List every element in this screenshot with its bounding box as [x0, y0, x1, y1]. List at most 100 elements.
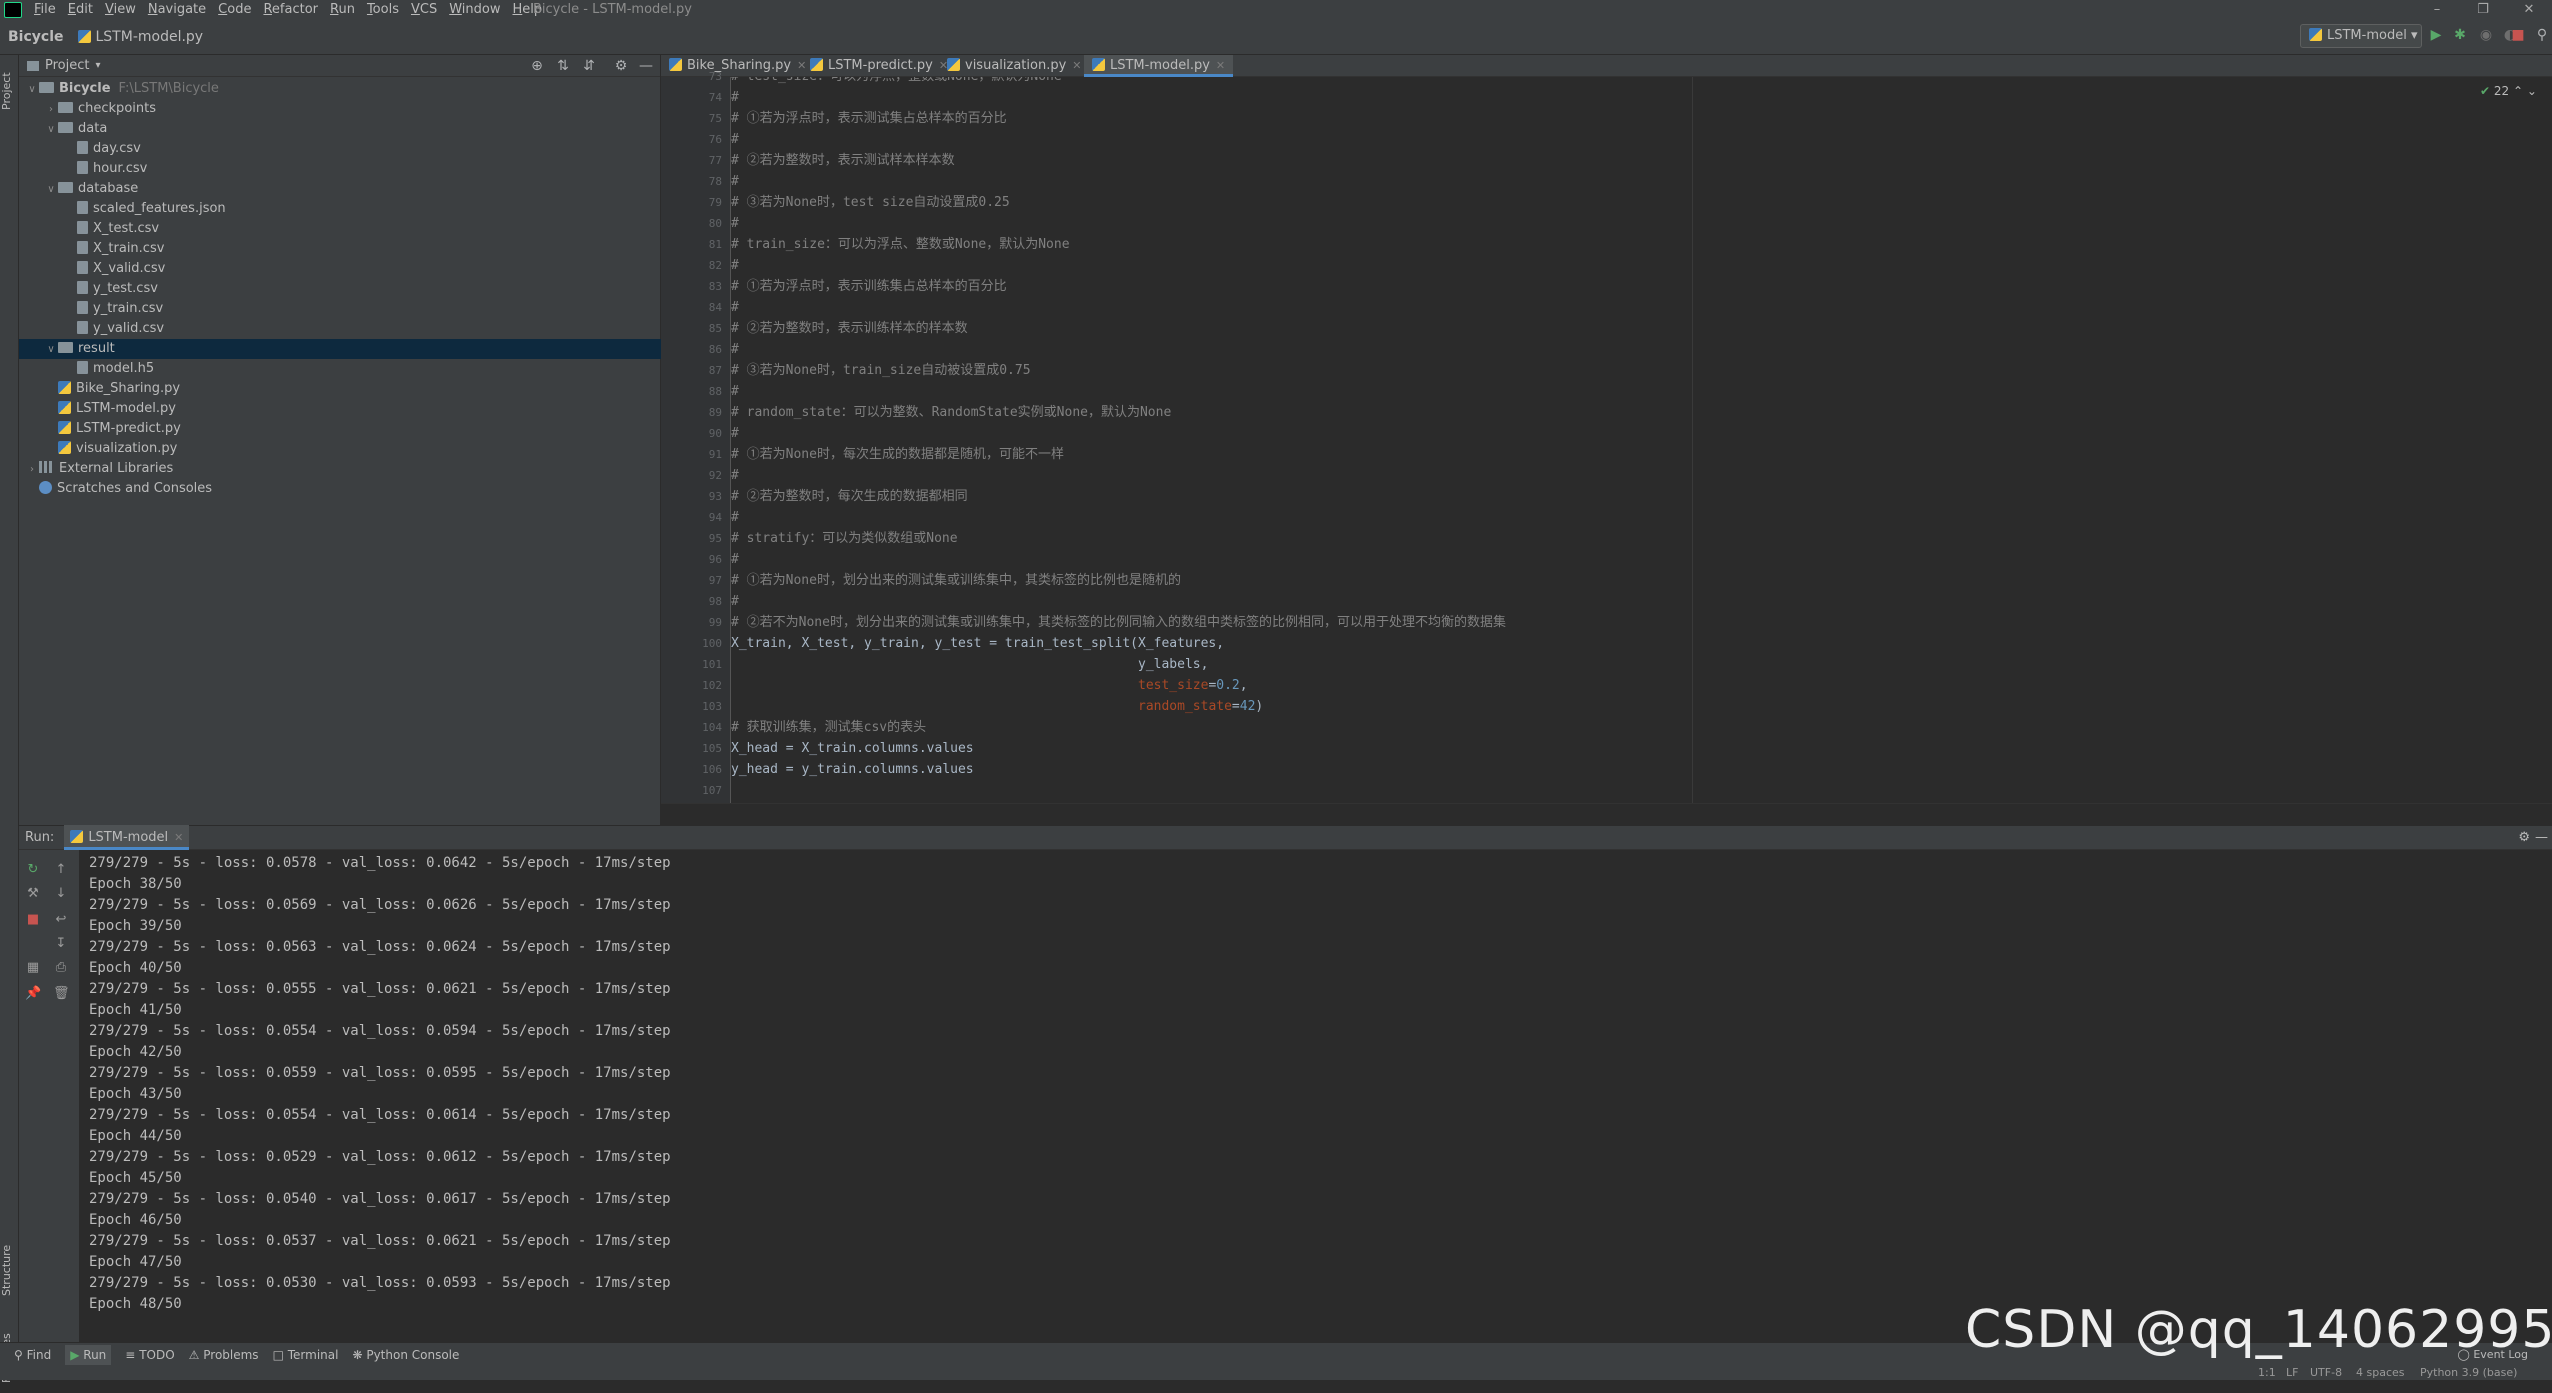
- debug-icon[interactable]: ✱: [2452, 27, 2468, 43]
- code-editor[interactable]: # test_size：可以为浮点，整数或None，默认为None # # ①若为浮…: [731, 77, 2552, 803]
- chevron-down-icon[interactable]: ∨: [25, 80, 39, 100]
- python-console-tool-button[interactable]: ❋ Python Console: [352, 1348, 459, 1362]
- code-line[interactable]: # ①若为浮点时，表示训练集占总样本的百分比: [731, 276, 1007, 297]
- code-line[interactable]: #: [731, 507, 739, 528]
- tree-item-visualization-py[interactable]: visualization.py: [19, 439, 661, 459]
- tree-item-result[interactable]: ∨ result: [19, 339, 661, 359]
- menu-vcs[interactable]: VCS: [405, 0, 443, 19]
- code-line[interactable]: X_head = X_train.columns.values: [731, 738, 974, 759]
- wrench-icon[interactable]: ⚒: [25, 886, 41, 902]
- code-line[interactable]: # test_size：可以为浮点，整数或None，默认为None: [731, 77, 1062, 87]
- locate-icon[interactable]: ⊕: [529, 58, 545, 74]
- code-line[interactable]: #: [731, 213, 739, 234]
- tree-item-bicycle[interactable]: ∨ Bicycle F:\LSTM\Bicycle: [19, 79, 661, 99]
- code-line[interactable]: #: [731, 549, 739, 570]
- chevron-down-icon[interactable]: ∨: [44, 340, 58, 360]
- code-line[interactable]: #: [731, 423, 739, 444]
- structure-tool-tab[interactable]: Structure: [0, 1235, 19, 1305]
- caret-position[interactable]: 1:1: [2258, 1366, 2276, 1380]
- tree-item-lstm-model-py[interactable]: LSTM-model.py: [19, 399, 661, 419]
- code-line[interactable]: y_head = y_train.columns.values: [731, 759, 974, 780]
- soft-wrap-icon[interactable]: ↩: [53, 912, 69, 928]
- run-config-selector[interactable]: LSTM-model ▾: [2300, 24, 2422, 48]
- code-line[interactable]: #: [731, 171, 739, 192]
- print-icon[interactable]: ⎙: [53, 960, 69, 976]
- stop-icon[interactable]: ■: [2510, 27, 2526, 43]
- todo-tool-button[interactable]: ≡ TODO: [125, 1348, 174, 1362]
- code-line[interactable]: y_labels,: [731, 654, 1208, 675]
- menu-edit[interactable]: Edit: [62, 0, 99, 19]
- menu-file[interactable]: File: [28, 0, 62, 19]
- code-line[interactable]: # ①若为None时，划分出来的测试集或训练集中，其类标签的比例也是随机的: [731, 570, 1181, 591]
- code-line[interactable]: #: [731, 465, 739, 486]
- stop-icon[interactable]: ■: [25, 912, 41, 928]
- tree-item-external-libraries[interactable]: › External Libraries: [19, 459, 661, 479]
- tab-lstm-model[interactable]: LSTM-model.py ✕: [1084, 55, 1234, 77]
- tree-item-model-h5[interactable]: model.h5: [19, 359, 661, 379]
- tree-item-data[interactable]: ∨ data: [19, 119, 661, 139]
- minimize-icon[interactable]: –: [2414, 0, 2460, 19]
- arrow-down-icon[interactable]: ↓: [53, 886, 69, 902]
- code-line[interactable]: #: [731, 339, 739, 360]
- tree-item-lstm-predict-py[interactable]: LSTM-predict.py: [19, 419, 661, 439]
- tree-item-x-train-csv[interactable]: X_train.csv: [19, 239, 661, 259]
- tree-item-x-test-csv[interactable]: X_test.csv: [19, 219, 661, 239]
- chevron-down-icon[interactable]: ∨: [44, 180, 58, 200]
- close-tab-icon[interactable]: ✕: [1216, 59, 1225, 72]
- tree-item-database[interactable]: ∨ database: [19, 179, 661, 199]
- code-line[interactable]: #: [731, 381, 739, 402]
- tree-item-day-csv[interactable]: day.csv: [19, 139, 661, 159]
- run-tool-button[interactable]: ▶ Run: [65, 1344, 112, 1365]
- tab-visualization[interactable]: visualization.py ✕: [939, 55, 1090, 77]
- menu-refactor[interactable]: Refactor: [257, 0, 324, 19]
- tree-item-y-valid-csv[interactable]: y_valid.csv: [19, 319, 661, 339]
- code-line[interactable]: # ②若不为None时，划分出来的测试集或训练集中，其类标签的比例同输入的数组中…: [731, 612, 1506, 633]
- code-line[interactable]: #: [731, 87, 739, 108]
- pin-icon[interactable]: 📌: [25, 986, 41, 1002]
- tree-item-y-train-csv[interactable]: y_train.csv: [19, 299, 661, 319]
- close-window-icon[interactable]: ✕: [2506, 0, 2552, 19]
- menu-code[interactable]: Code: [212, 0, 257, 19]
- chevron-down-icon[interactable]: ▾: [95, 60, 100, 71]
- code-line[interactable]: # ①若为None时，每次生成的数据都是随机，可能不一样: [731, 444, 1064, 465]
- python-interpreter[interactable]: Python 3.9 (base): [2420, 1366, 2517, 1380]
- code-line[interactable]: # train_size：可以为浮点、整数或None，默认为None: [731, 234, 1070, 255]
- tree-item-checkpoints[interactable]: › checkpoints: [19, 99, 661, 119]
- code-line[interactable]: # 获取训练集，测试集csv的表头: [731, 717, 926, 738]
- inspection-widget[interactable]: ✔ 22 ⌃ ⌄: [2480, 84, 2537, 98]
- tab-lstm-predict[interactable]: LSTM-predict.py ✕: [802, 55, 956, 77]
- code-line[interactable]: # ③若为None时，train_size自动被设置成0.75: [731, 360, 1031, 381]
- gear-icon[interactable]: ⚙: [2518, 830, 2530, 845]
- tree-item-y-test-csv[interactable]: y_test.csv: [19, 279, 661, 299]
- close-tab-icon[interactable]: ✕: [174, 831, 183, 844]
- chevron-right-icon[interactable]: ›: [25, 460, 39, 480]
- run-tab-lstm-model[interactable]: LSTM-model ✕: [64, 825, 190, 850]
- chevron-up-icon[interactable]: ⌃: [2513, 84, 2523, 98]
- code-line[interactable]: #: [731, 591, 739, 612]
- restore-icon[interactable]: ❐: [2460, 0, 2506, 19]
- search-icon[interactable]: ⚲: [2534, 27, 2550, 43]
- run-icon[interactable]: ▶: [2428, 27, 2444, 43]
- close-tab-icon[interactable]: ✕: [1072, 59, 1081, 72]
- expand-all-icon[interactable]: ⇅: [555, 58, 571, 74]
- code-line[interactable]: #: [731, 129, 739, 150]
- code-line[interactable]: #: [731, 255, 739, 276]
- terminal-tool-button[interactable]: □ Terminal: [273, 1348, 339, 1362]
- chevron-down-icon[interactable]: ⌄: [2527, 84, 2537, 98]
- code-line[interactable]: # random_state：可以为整数、RandomState实例或None，…: [731, 402, 1171, 423]
- hide-panel-icon[interactable]: —: [638, 58, 654, 74]
- code-line[interactable]: # ②若为整数时，表示测试样本样本数: [731, 150, 955, 171]
- code-line[interactable]: # stratify：可以为类似数组或None: [731, 528, 958, 549]
- rerun-icon[interactable]: ↻: [25, 862, 41, 878]
- tree-item-hour-csv[interactable]: hour.csv: [19, 159, 661, 179]
- problems-tool-button[interactable]: ⚠ Problems: [189, 1348, 259, 1362]
- code-line[interactable]: random_state=42): [731, 696, 1263, 717]
- code-line[interactable]: # ③若为None时，test size自动设置成0.25: [731, 192, 1010, 213]
- layout-icon[interactable]: ▦: [25, 960, 41, 976]
- breadcrumb-project[interactable]: Bicycle: [8, 29, 64, 45]
- menu-view[interactable]: View: [99, 0, 142, 19]
- code-line[interactable]: # ①若为浮点时，表示测试集占总样本的百分比: [731, 108, 1007, 129]
- menu-tools[interactable]: Tools: [361, 0, 405, 19]
- tab-bike-sharing[interactable]: Bike_Sharing.py ✕: [661, 55, 814, 77]
- gear-icon[interactable]: ⚙: [613, 58, 629, 74]
